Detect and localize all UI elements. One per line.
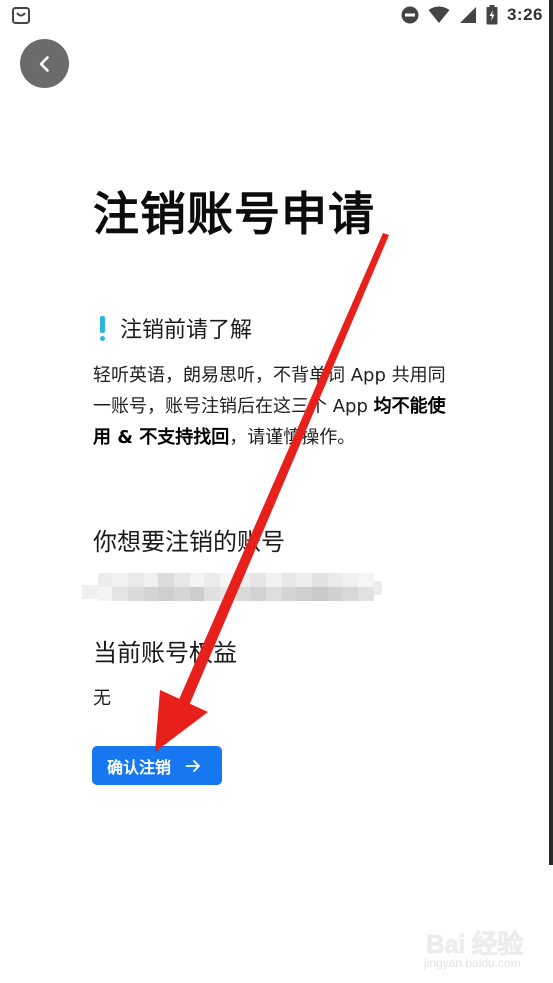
page-title: 注销账号申请 (93, 187, 375, 241)
status-time: 3:26 (506, 5, 543, 24)
notice-heading: 注销前请了解 (98, 312, 252, 344)
baidu-watermark: Bai 经验 jingyan.baidu.com (420, 920, 540, 975)
signal-icon (459, 7, 476, 23)
account-value-obscured (82, 573, 382, 601)
account-section-title: 你想要注销的账号 (93, 528, 285, 556)
exclamation-icon (98, 314, 106, 342)
annotation-arrow (155, 233, 389, 752)
confirm-button-label: 确认注销 (107, 757, 172, 777)
rights-section-title: 当前账号权益 (93, 639, 237, 667)
status-bar: 3:26 (0, 0, 553, 30)
notice-title: 注销前请了解 (120, 318, 253, 343)
status-icons: 3:26 (401, 5, 543, 25)
do-not-disturb-icon (401, 6, 419, 24)
battery-icon (486, 5, 498, 25)
watermark-sub: jingyan.baidu.com (424, 956, 521, 970)
edge-strip (549, 0, 553, 865)
wifi-icon (428, 6, 450, 23)
confirm-deletion-button[interactable]: 确认注销 (92, 746, 222, 785)
notice-body: 轻听英语，朗易思听，不背单词 App 共用同一账号，账号注销后在这三个 App … (93, 360, 463, 453)
account-deletion-page: 3:26 注销账号申请 注销前请了解 轻听英语，朗易思听，不背单词 App 共用… (0, 0, 553, 983)
back-button[interactable] (20, 39, 69, 88)
arrow-right-icon (185, 759, 200, 772)
shopping-bag-icon (12, 7, 30, 24)
notice-body-tail: ，请谨慎操作。 (229, 427, 356, 448)
chevron-left-icon (39, 55, 49, 72)
rights-value: 无 (93, 688, 111, 709)
